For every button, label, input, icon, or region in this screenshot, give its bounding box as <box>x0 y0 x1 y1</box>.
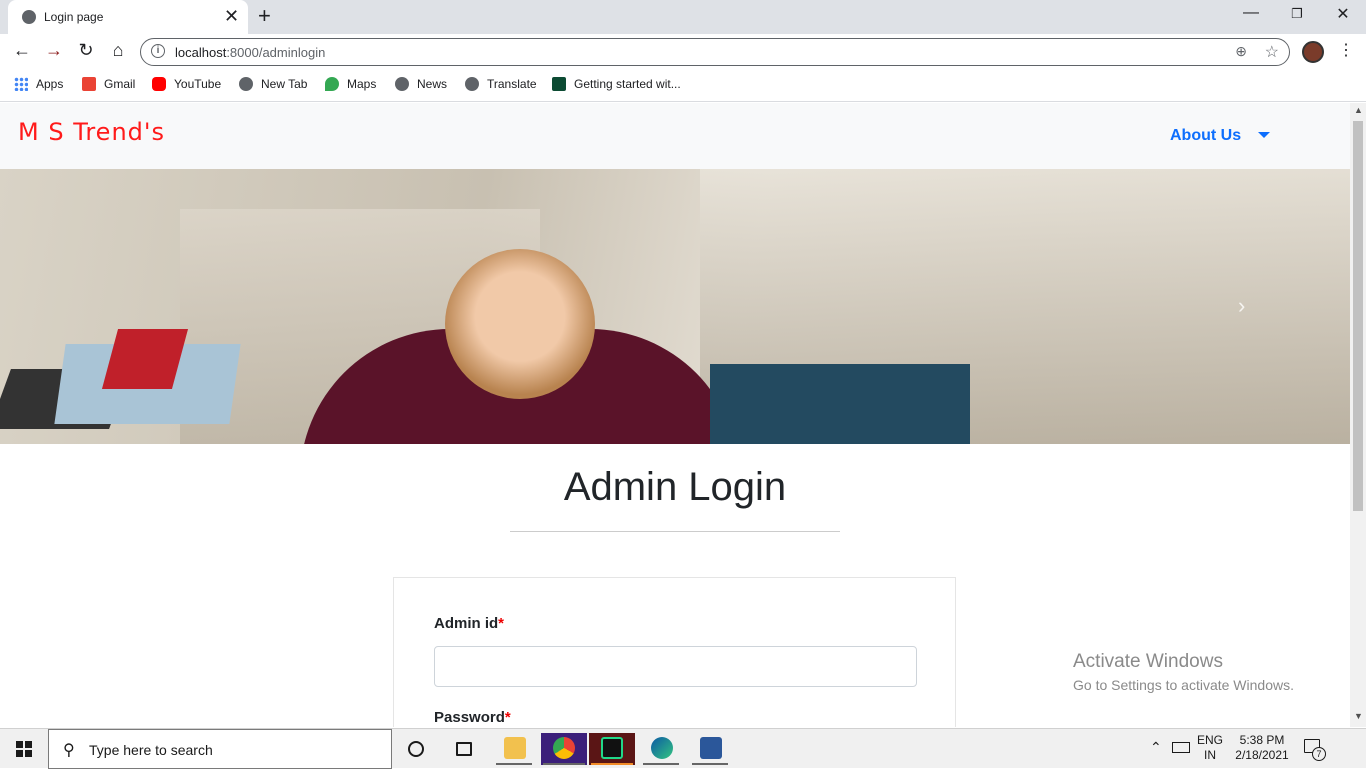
windows-logo-icon <box>16 741 32 757</box>
browser-toolbar: ← → ↻ ⌂ i localhost:8000/adminlogin ⊕ ☆ … <box>0 34 1366 70</box>
admin-id-label: Admin id* <box>434 615 505 632</box>
chevron-up-icon[interactable]: ⌃ <box>1150 739 1162 756</box>
windows-taskbar: ⚲ Type here to search ⌃ ENG IN 5:38 PM 2… <box>0 728 1366 769</box>
globe-icon <box>22 10 36 24</box>
system-tray: ⌃ ENG IN 5:38 PM 2/18/2021 7 <box>1144 729 1366 769</box>
clock-time: 5:38 PM <box>1239 733 1285 747</box>
url-text[interactable]: localhost:8000/adminlogin <box>175 45 325 60</box>
running-indicator <box>496 763 532 765</box>
maps-pin-icon <box>325 77 339 91</box>
scroll-down-icon[interactable]: ▼ <box>1354 711 1363 721</box>
admin-id-input[interactable] <box>434 646 917 687</box>
minimize-button[interactable]: — <box>1228 4 1274 22</box>
running-indicator <box>692 763 728 765</box>
search-icon: ⚲ <box>63 742 75 759</box>
edge-icon <box>651 737 673 759</box>
start-button[interactable] <box>0 729 48 769</box>
globe-icon <box>465 77 479 91</box>
scrollbar-thumb[interactable] <box>1353 121 1363 511</box>
password-label: Password* <box>434 709 511 726</box>
title-divider <box>510 531 840 532</box>
hero-image-woman-head <box>445 249 595 399</box>
clock[interactable]: 5:38 PM 2/18/2021 <box>1230 733 1294 763</box>
bookmark-getting-started[interactable]: Getting started wit... <box>552 76 681 94</box>
watermark-title: Activate Windows <box>1073 651 1223 672</box>
bookmark-maps[interactable]: Maps <box>325 76 376 94</box>
cortana-circle-icon <box>408 741 424 757</box>
address-bar[interactable]: i localhost:8000/adminlogin ⊕ ☆ <box>140 38 1290 66</box>
watermark-subtitle: Go to Settings to activate Windows. <box>1073 677 1294 693</box>
bookmark-translate[interactable]: Translate <box>465 76 537 94</box>
taskbar-edge[interactable] <box>641 733 681 765</box>
scroll-up-icon[interactable]: ▲ <box>1354 105 1363 115</box>
web-page: M S Trend's About Us › Admin Login Admin… <box>0 103 1350 727</box>
taskbar-word[interactable] <box>690 733 730 765</box>
globe-icon <box>239 77 253 91</box>
bookmark-apps[interactable]: Apps <box>14 76 63 94</box>
taskbar-pycharm[interactable] <box>589 733 635 765</box>
pycharm-icon <box>601 737 623 759</box>
reload-icon[interactable]: ↻ <box>74 40 98 61</box>
about-us-link[interactable]: About Us <box>1170 127 1241 145</box>
home-icon[interactable]: ⌂ <box>106 40 130 61</box>
taskbar-chrome[interactable] <box>541 733 587 765</box>
back-arrow-icon[interactable]: ← <box>10 40 34 61</box>
new-tab-button[interactable]: + <box>258 3 271 29</box>
carousel-next-icon[interactable]: › <box>1238 293 1245 319</box>
running-indicator <box>643 763 679 765</box>
bookmark-star-icon[interactable]: ☆ <box>1265 42 1279 62</box>
bookmark-new-tab[interactable]: New Tab <box>239 76 307 94</box>
bookmark-gmail[interactable]: Gmail <box>82 76 135 94</box>
battery-icon[interactable] <box>1172 742 1190 753</box>
lang-code: ENG <box>1196 733 1223 747</box>
taskbar-file-explorer[interactable] <box>494 733 534 765</box>
language-indicator[interactable]: ENG IN <box>1194 733 1226 763</box>
restore-button[interactable]: ❐ <box>1274 6 1320 22</box>
caret-down-icon[interactable] <box>1258 132 1270 138</box>
cortana-button[interactable] <box>396 733 436 765</box>
bookmarks-bar: Apps Gmail YouTube New Tab Maps News Tra… <box>0 70 1366 102</box>
page-scrollbar[interactable]: ▲ ▼ <box>1350 103 1366 727</box>
hero-image-bag <box>710 364 970 444</box>
tab-close-icon[interactable]: ✕ <box>224 6 239 27</box>
menu-kebab-icon[interactable]: ⋮ <box>1338 40 1354 60</box>
activate-windows-watermark: Activate Windows Go to Settings to activ… <box>1073 651 1294 693</box>
taskbar-search-box[interactable]: ⚲ Type here to search <box>48 729 392 769</box>
info-icon[interactable]: i <box>151 44 165 58</box>
required-mark: * <box>498 615 505 632</box>
login-form-card: Admin id* Password* <box>393 577 956 727</box>
task-view-icon <box>456 742 472 756</box>
django-icon <box>552 77 566 91</box>
folder-icon <box>504 737 526 759</box>
browser-tab[interactable]: Login page ✕ <box>8 0 248 34</box>
running-indicator <box>591 763 633 765</box>
forward-arrow-icon[interactable]: → <box>42 40 66 61</box>
hero-carousel: › <box>0 169 1350 444</box>
required-mark: * <box>504 709 511 726</box>
notification-center-button[interactable]: 7 <box>1302 737 1326 761</box>
word-icon <box>700 737 722 759</box>
tab-title: Login page <box>44 10 104 24</box>
zoom-icon[interactable]: ⊕ <box>1235 43 1247 60</box>
site-navbar: M S Trend's About Us <box>0 103 1350 169</box>
clock-date: 2/18/2021 <box>1235 748 1289 762</box>
bookmark-news[interactable]: News <box>395 76 447 94</box>
chrome-icon <box>553 737 575 759</box>
tab-strip: Login page ✕ + — ❐ ✕ <box>0 0 1366 34</box>
globe-icon <box>395 77 409 91</box>
taskbar-search-placeholder: Type here to search <box>89 742 213 758</box>
youtube-icon <box>152 77 166 91</box>
site-brand[interactable]: M S Trend's <box>18 118 165 146</box>
bookmark-youtube[interactable]: YouTube <box>152 76 221 94</box>
gmail-icon <box>82 77 96 91</box>
notification-count: 7 <box>1312 747 1326 761</box>
running-indicator <box>543 763 585 765</box>
window-close-button[interactable]: ✕ <box>1320 4 1366 24</box>
profile-avatar[interactable] <box>1302 41 1324 63</box>
task-view-button[interactable] <box>444 733 484 765</box>
page-title: Admin Login <box>563 465 787 509</box>
apps-grid-icon <box>14 77 28 91</box>
region-code: IN <box>1204 748 1216 762</box>
